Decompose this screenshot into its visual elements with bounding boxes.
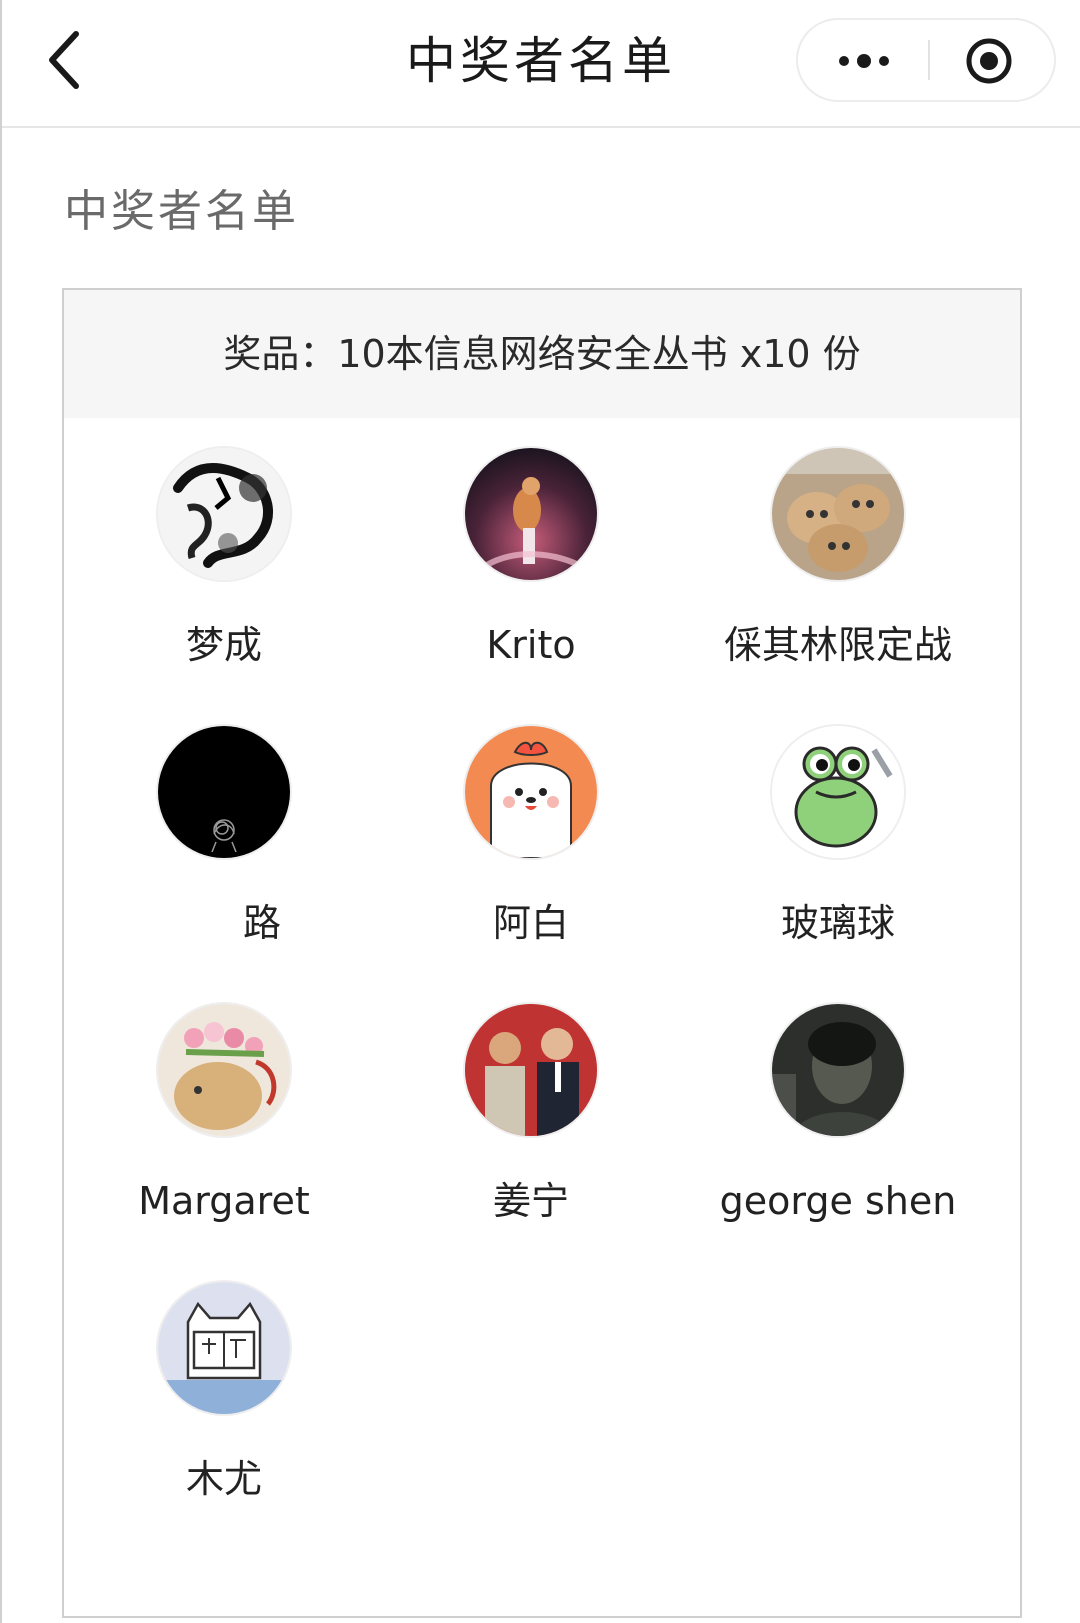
anime-figure-avatar <box>465 448 597 580</box>
two-men-photo-avatar <box>465 1004 597 1136</box>
winner-item: 姜宁 <box>371 1004 691 1264</box>
cartoon-dog-avatar <box>465 726 597 858</box>
winner-item: 玻璃球 <box>678 726 998 986</box>
winner-item: 倸其林限定战 <box>678 448 998 708</box>
winner-name: 倸其林限定战 <box>723 623 952 667</box>
winner-name: Krito <box>486 623 576 667</box>
winner-name: Margaret <box>138 1179 310 1223</box>
winner-item: george shen <box>678 1004 998 1264</box>
section-title: 中奖者名单 <box>64 186 299 237</box>
winner-item: 阿白 <box>371 726 691 986</box>
cats-avatar <box>772 448 904 580</box>
winners-card: 奖品：10本信息网络安全丛书 x10 份 梦成 Krito 倸其林限定战 路 阿… <box>62 288 1022 1618</box>
winner-item: 路 <box>64 726 384 986</box>
winner-name: george shen <box>719 1179 957 1223</box>
black-scribble-avatar <box>158 726 290 858</box>
winner-item: 木尤 <box>64 1282 384 1542</box>
winner-item: Krito <box>371 448 691 708</box>
winner-name: 玻璃球 <box>780 901 895 945</box>
dark-portrait-avatar <box>772 1004 904 1136</box>
mini-program-capsule <box>796 18 1056 102</box>
navigation-bar: 中奖者名单 <box>2 0 1080 128</box>
more-button[interactable] <box>798 20 928 100</box>
winner-name: 阿白 <box>492 901 569 945</box>
cat-reading-avatar <box>158 1282 290 1414</box>
more-dots-icon <box>839 54 889 68</box>
close-button[interactable] <box>930 20 1056 100</box>
winner-name: 姜宁 <box>492 1179 569 1223</box>
winner-name: 木尤 <box>185 1457 262 1501</box>
ink-art-avatar <box>158 448 290 580</box>
winner-item: 梦成 <box>64 448 384 708</box>
prize-banner: 奖品：10本信息网络安全丛书 x10 份 <box>64 290 1020 418</box>
target-circle-icon <box>966 38 1012 84</box>
bunny-flowers-avatar <box>158 1004 290 1136</box>
winner-name: 梦成 <box>185 623 262 667</box>
winner-item: Margaret <box>64 1004 384 1264</box>
page: 中奖者名单 中奖者名单 奖品：10本信息网络安全丛书 x10 份 梦成 Krit… <box>0 0 1080 1623</box>
green-frog-avatar <box>772 726 904 858</box>
